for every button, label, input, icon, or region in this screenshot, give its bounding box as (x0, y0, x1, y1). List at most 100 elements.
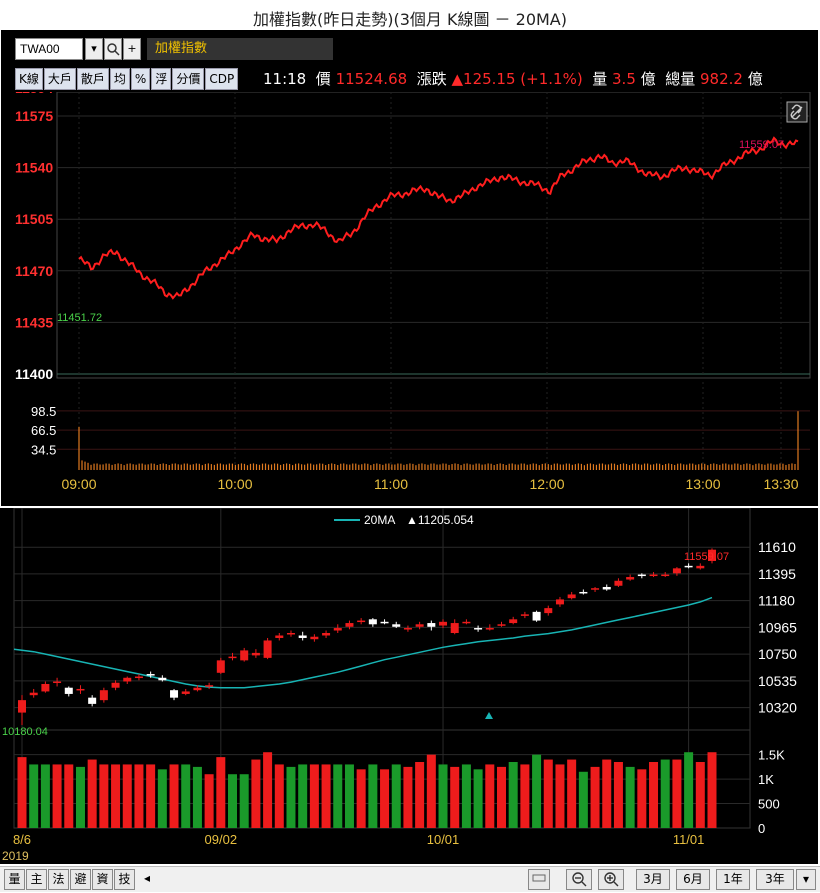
kline-volume-bar (450, 766, 460, 828)
candle-body (298, 635, 307, 638)
kline-volume-tick: 0 (758, 821, 765, 836)
candle-body (263, 640, 272, 658)
kline-volume-bar (660, 759, 670, 828)
average-button[interactable]: 均 (109, 68, 130, 90)
candle-body (672, 568, 681, 574)
candle-body (345, 623, 354, 627)
legend-value: ▲11205.054 (406, 513, 474, 527)
candle-body (333, 628, 342, 631)
symbol-input[interactable]: TWA00 (15, 38, 83, 60)
intraday-y-tick: 11575 (15, 108, 53, 124)
kline-volume-bar (134, 764, 144, 828)
kline-volume-bar (543, 759, 553, 828)
kline-candles (18, 548, 716, 726)
retail-button[interactable]: 散戶 (76, 68, 109, 90)
intraday-x-tick: 11:00 (374, 476, 408, 492)
intraday-volume-tick: 66.5 (31, 423, 56, 438)
major-holder-button[interactable]: 大戶 (43, 68, 76, 90)
kline-volume-bar (555, 764, 565, 828)
cdp-button[interactable]: CDP (205, 68, 239, 90)
kline-y-tick: 10750 (758, 646, 797, 662)
kline-volume-bar (192, 766, 202, 828)
kline-y-ticks: 11610 11395 11180 10965 10750 10535 10320 (758, 539, 797, 715)
indicator-button[interactable]: 避 (70, 869, 91, 890)
signal-triangle-icon (485, 712, 493, 719)
range-3m-button[interactable]: 3月 (636, 869, 670, 890)
candle-body (462, 621, 471, 624)
candle-body (368, 619, 377, 625)
candle-body (146, 674, 155, 676)
kline-y-tick: 11180 (758, 593, 795, 609)
total-volume-unit: 億 (747, 70, 763, 88)
kline-legend: 20MA ▲11205.054 (334, 513, 474, 527)
float-button[interactable]: 浮 (151, 68, 172, 90)
intraday-grid (57, 92, 810, 470)
candle-body (99, 690, 108, 701)
zoom-out-icon[interactable] (566, 869, 592, 890)
intraday-x-tick: 12:00 (529, 476, 564, 492)
indicator-button[interactable]: 法 (48, 869, 69, 890)
intraday-panel: TWA00 ▾ + 加權指數 K線 大戶 散戶均% 浮分價 CDP 11:18 價 11… (1, 30, 818, 506)
search-icon[interactable] (104, 38, 122, 60)
kline-button[interactable]: K線 (15, 68, 43, 90)
volume-unit: 億 (640, 70, 656, 88)
intraday-price-line (78, 136, 799, 300)
intraday-y-tick: 11470 (15, 263, 53, 279)
add-button[interactable]: + (123, 38, 141, 60)
intraday-y-tick: 11505 (15, 211, 53, 227)
indicator-button[interactable]: 主 (26, 869, 47, 890)
kline-volume-bar (169, 764, 179, 828)
kline-volume-bar (485, 764, 495, 828)
indicator-button[interactable]: 資 (92, 869, 113, 890)
candle-body (427, 623, 436, 627)
kline-y-tick: 11610 (758, 539, 796, 555)
intraday-x-ticks: 09:00 10:00 11:00 12:00 13:00 13:30 (61, 476, 798, 492)
symbol-dropdown-button[interactable]: ▾ (85, 38, 103, 60)
candle-body (181, 691, 190, 694)
kline-volume-bar (239, 774, 249, 828)
volume-value: 3.5 (612, 70, 636, 88)
kline-chart: 11610 11395 11180 10965 10750 10535 10320 1.5K… (2, 507, 797, 863)
kline-volume-bar (438, 764, 448, 828)
kline-volume-bar (532, 754, 542, 828)
kline-volume-bar (508, 762, 518, 828)
link-icon[interactable] (786, 101, 808, 123)
candle-body (439, 621, 448, 626)
candle-body (696, 565, 705, 569)
scroll-left-arrow[interactable]: ◂ (140, 869, 154, 890)
scroll-thumb[interactable] (528, 869, 550, 890)
chart-caption: 加權指數(昨日走勢)(3個月 K線圖 － 20MA) (252, 10, 567, 29)
kline-volume-bar (146, 764, 156, 828)
indicator-button[interactable]: 技 (114, 869, 135, 890)
candle-body (474, 628, 483, 630)
candle-body (193, 687, 202, 691)
range-3y-button[interactable]: 3年 (756, 869, 794, 890)
range-1y-button[interactable]: 1年 (716, 869, 750, 890)
candle-body (532, 611, 541, 621)
candle-body (380, 621, 389, 624)
quote-line: 11:18 價 11524.68 漲跌 ▲125.15 (+1.1%) 量 3.… (263, 68, 763, 90)
kline-volume-bar (520, 764, 530, 828)
volume-label: 量 (592, 70, 608, 88)
zoom-in-icon[interactable] (598, 869, 624, 890)
range-dropdown-button[interactable]: ▾ (796, 869, 816, 890)
range-6m-button[interactable]: 6月 (676, 869, 710, 890)
kline-volume-bar (403, 766, 413, 828)
candle-body (415, 624, 424, 627)
intraday-x-tick: 09:00 (61, 476, 96, 492)
kline-volume-bar (99, 764, 109, 828)
kline-volume-tick: 1.5K (758, 748, 785, 763)
candle-body (520, 614, 529, 616)
intraday-volume-tick: 98.5 (31, 404, 56, 419)
candle-body (29, 692, 38, 696)
indicator-button[interactable]: 量 (4, 869, 25, 890)
toolbar: TWA00 ▾ + 加權指數 K線 大戶 散戶均% 浮分價 CDP 11:18 價 11… (1, 30, 818, 90)
kline-volume-bar (204, 774, 214, 828)
ma20-line (13, 596, 713, 689)
kline-volume-bar (216, 757, 226, 828)
price-distribution-button[interactable]: 分價 (172, 68, 205, 90)
candle-body (591, 588, 600, 590)
candle-body (205, 685, 214, 687)
percent-button[interactable]: % (130, 68, 151, 90)
intraday-x-tick: 10:00 (217, 476, 252, 492)
